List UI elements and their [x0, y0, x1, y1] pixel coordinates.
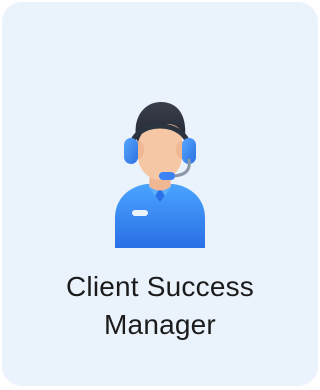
- customer-support-agent-icon: [115, 102, 205, 248]
- role-title-line-2: Manager: [104, 309, 216, 340]
- role-title: Client Success Manager: [2, 268, 318, 344]
- role-card[interactable]: Client Success Manager: [2, 2, 318, 386]
- role-title-line-1: Client Success: [66, 271, 254, 302]
